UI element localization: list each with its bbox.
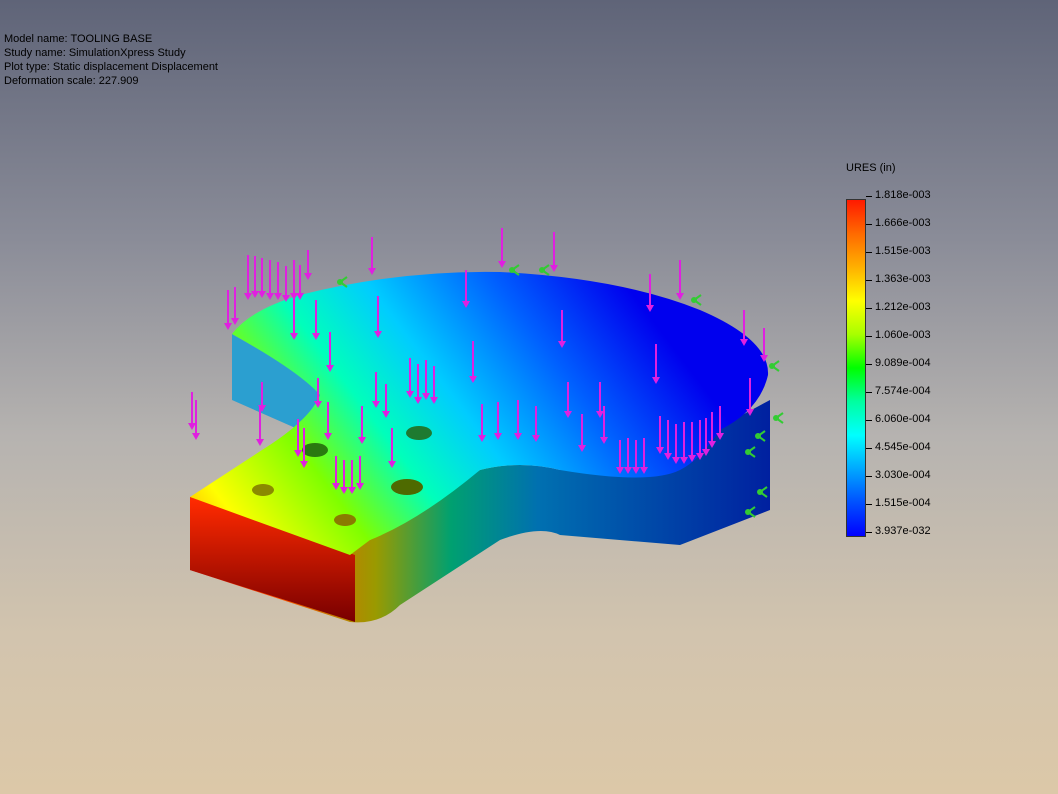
legend-color-bar: [846, 199, 866, 537]
legend-tick: [866, 392, 872, 393]
force-arrow-icon: [251, 256, 259, 298]
legend-tick: [866, 308, 872, 309]
legend-label: 3.030e-004: [875, 469, 931, 481]
hole: [391, 479, 423, 495]
legend-tick: [866, 420, 872, 421]
hole: [406, 426, 432, 440]
force-arrow-icon: [188, 392, 196, 430]
legend-tick: [866, 252, 872, 253]
force-arrow-icon: [192, 400, 200, 440]
hole: [302, 443, 328, 457]
hole: [334, 514, 356, 526]
legend-label: 1.060e-003: [875, 329, 931, 341]
force-arrow-icon: [676, 260, 684, 300]
legend-tick: [866, 280, 872, 281]
force-arrow-icon: [282, 266, 290, 302]
force-arrow-icon: [498, 228, 506, 268]
legend-label: 1.212e-003: [875, 301, 931, 313]
legend-tick: [866, 196, 872, 197]
force-arrow-icon: [760, 328, 768, 362]
legend-tick: [866, 476, 872, 477]
legend-label: 4.545e-004: [875, 441, 931, 453]
legend-label: 3.937e-032: [875, 525, 931, 537]
legend-label: 9.089e-004: [875, 357, 931, 369]
force-arrow-icon: [224, 290, 232, 330]
force-arrow-icon: [244, 255, 252, 300]
fixture-icon: [691, 294, 702, 306]
force-arrow-icon: [740, 310, 748, 346]
force-arrow-icon: [368, 237, 376, 275]
force-arrow-icon: [266, 260, 274, 300]
legend-tick: [866, 336, 872, 337]
model-viewport[interactable]: [0, 0, 1058, 794]
legend-label: 1.818e-003: [875, 189, 931, 201]
force-arrow-icon: [296, 265, 304, 300]
force-arrow-icon: [550, 232, 558, 272]
legend-label: 1.515e-003: [875, 245, 931, 257]
force-arrow-icon: [231, 287, 239, 325]
legend-label: 7.574e-004: [875, 385, 931, 397]
legend-tick: [866, 224, 872, 225]
hole: [252, 484, 274, 496]
fixture-icon: [773, 412, 784, 424]
legend-label: 6.060e-004: [875, 413, 931, 425]
force-arrow-icon: [304, 250, 312, 280]
force-arrow-icon: [274, 262, 282, 300]
fixture-icon: [539, 264, 550, 276]
legend-tick: [866, 504, 872, 505]
legend-tick: [866, 532, 872, 533]
force-arrow-icon: [258, 258, 266, 298]
legend-tick: [866, 364, 872, 365]
legend-title: URES (in): [846, 162, 896, 174]
fixture-icon: [337, 276, 348, 288]
fixture-icon: [769, 360, 780, 372]
legend-label: 1.363e-003: [875, 273, 931, 285]
legend-label: 1.515e-004: [875, 497, 931, 509]
legend-label: 1.666e-003: [875, 217, 931, 229]
legend-tick: [866, 448, 872, 449]
